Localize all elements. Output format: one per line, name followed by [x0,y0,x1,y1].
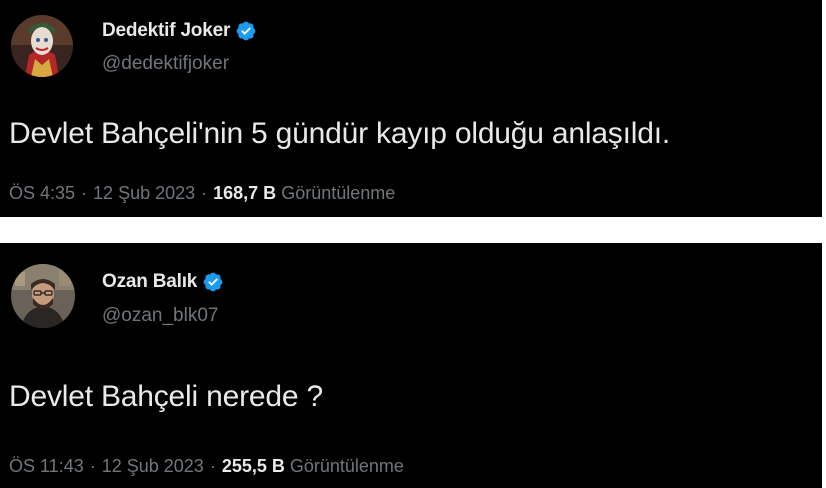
tweet-time[interactable]: ÖS 11:43 [9,456,84,477]
tweet-meta: ÖS 11:43 · 12 Şub 2023 · 255,5 B Görüntü… [9,456,404,477]
separator: · [89,456,96,476]
views-count: 168,7 B [213,183,277,203]
avatar[interactable] [11,264,75,328]
tweet-date[interactable]: 12 Şub 2023 [102,456,204,477]
tweet-time[interactable]: ÖS 4:35 [9,183,75,204]
display-name[interactable]: Ozan Balık [102,271,197,293]
user-handle[interactable]: @ozan_blk07 [102,305,218,327]
tweet-text: Devlet Bahçeli'nin 5 gündür kayıp olduğu… [9,117,670,150]
separator: · [201,183,208,203]
verified-badge-icon [202,271,224,293]
separator: · [81,183,88,203]
tweet-card[interactable]: Ozan Balık @ozan_blk07 Devlet Bahçeli ne… [0,243,822,488]
avatar[interactable] [11,15,73,77]
tweet-date[interactable]: 12 Şub 2023 [93,183,195,204]
views-label: Görüntülenme [289,456,404,476]
tweet-card[interactable]: Dedektif Joker @dedektifjoker Devlet Bah… [0,0,822,217]
views-count: 255,5 B [221,456,285,476]
tweet-meta: ÖS 4:35 · 12 Şub 2023 · 168,7 B Görüntül… [9,183,395,204]
display-name[interactable]: Dedektif Joker [102,20,230,42]
views-label: Görüntülenme [281,183,396,203]
user-handle[interactable]: @dedektifjoker [102,53,229,75]
separator: · [209,456,216,476]
verified-badge-icon [235,20,257,42]
tweet-text: Devlet Bahçeli nerede ? [9,380,323,413]
